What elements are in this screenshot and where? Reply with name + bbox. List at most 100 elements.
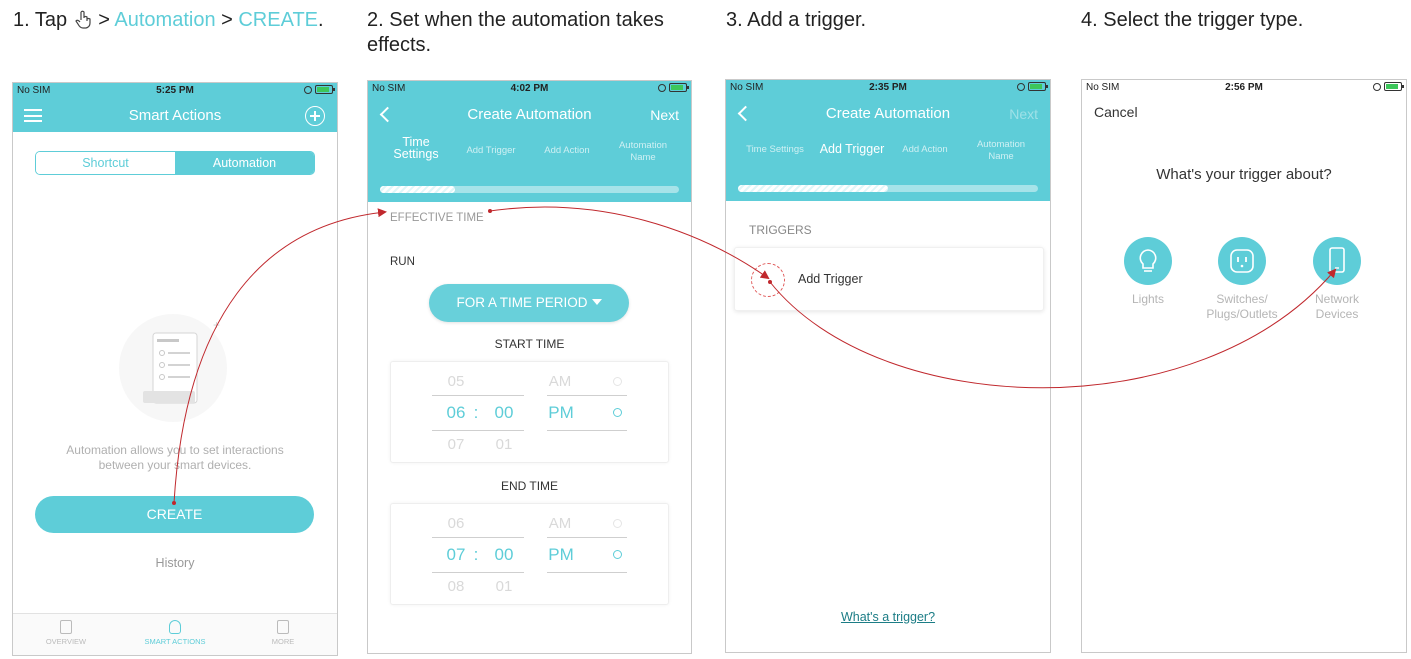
start-time-picker[interactable]: 05 AM 06 : 00 PM 07 01 [390, 361, 669, 463]
step2-line1: 2. Set when the automation takes [367, 9, 664, 31]
clock: 2:56 PM [1225, 82, 1263, 93]
step-add-action: Add Action [902, 144, 948, 155]
step4-title: 4. Select the trigger type. [1081, 9, 1304, 31]
phone-screen-smart-actions: No SIM 5:25 PM Smart Actions Shortcut Au… [12, 82, 338, 656]
run-label: RUN [390, 256, 415, 268]
status-bar: No SIM 2:35 PM [726, 80, 1050, 97]
wizard-progress-fill [380, 186, 455, 193]
cancel-button[interactable]: Cancel [1094, 104, 1138, 120]
plug-icon[interactable] [1218, 237, 1266, 285]
clock: 4:02 PM [510, 83, 549, 94]
sun-icon [613, 519, 622, 528]
automation-illustration: + [117, 313, 229, 423]
segment-shortcut[interactable]: Shortcut [36, 152, 175, 174]
end-time-picker[interactable]: 06 AM 07 : 00 PM 08 01 [390, 503, 669, 605]
add-trigger-row[interactable]: Add Trigger [734, 247, 1044, 311]
clock: 5:25 PM [156, 85, 194, 96]
tab-smart-actions[interactable]: SMART ACTIONS [135, 620, 215, 646]
overview-icon [60, 620, 72, 634]
sun-icon [613, 550, 622, 559]
option-lights: Lights [1131, 292, 1165, 306]
clock: 2:35 PM [869, 82, 907, 93]
trigger-question: What's your trigger about? [1156, 166, 1332, 183]
step1-sep1: > [92, 9, 115, 31]
step-time-settings: Time Settings [393, 135, 439, 161]
wizard-progress [380, 186, 679, 193]
start-ampm[interactable]: PM [545, 403, 577, 423]
phone-screen-time-settings: No SIM 4:02 PM Create Automation Next Ti… [367, 80, 692, 654]
wizard-progress-fill [738, 185, 888, 192]
step-automation-name: Automation Name [618, 140, 668, 163]
app-header: Create Automation Next Time Settings Add… [726, 97, 1050, 201]
start-minute[interactable]: 00 [489, 403, 519, 423]
step2-title: 2. Set when the automation takes effects… [367, 8, 664, 58]
time-period-dropdown[interactable]: FOR A TIME PERIOD [429, 284, 629, 322]
battery-icon [315, 85, 335, 94]
tab-overview[interactable]: OVERVIEW [26, 620, 106, 646]
page-title: Smart Actions [128, 107, 222, 124]
step3-title: 3. Add a trigger. [726, 9, 867, 31]
caret-down-icon [591, 299, 602, 305]
step1-create: CREATE [238, 9, 318, 31]
tab-more[interactable]: MORE [243, 620, 323, 646]
battery-icon [669, 83, 689, 92]
rotation-lock-icon [304, 85, 312, 94]
next-button[interactable]: Next [650, 107, 679, 123]
app-header: Create Automation Next Time Settings Add … [368, 98, 691, 202]
end-minute[interactable]: 00 [489, 545, 519, 565]
start-time-label: START TIME [494, 337, 565, 351]
automation-description: Automation allows you to set interaction… [66, 443, 284, 472]
step-time-settings: Time Settings [746, 144, 804, 155]
option-switches-plugs: Switches/Plugs/Outlets [1206, 292, 1278, 321]
battery-icon [1384, 82, 1404, 91]
segmented-control: Shortcut Automation [35, 151, 315, 175]
device-icon[interactable] [1313, 237, 1361, 285]
step1-automation: Automation [114, 9, 216, 31]
option-network-devices: Network Devices [1314, 292, 1359, 321]
create-button[interactable]: CREATE [35, 496, 314, 533]
status-bar: No SIM 2:56 PM [1082, 80, 1406, 97]
history-link[interactable]: History [13, 556, 337, 570]
step1-prefix: 1. Tap [13, 9, 73, 31]
whats-a-trigger-link[interactable]: What's a trigger? [726, 610, 1050, 624]
grid-icon [277, 620, 289, 634]
add-icon[interactable] [305, 106, 325, 126]
rotation-lock-icon [658, 83, 666, 92]
svg-text:+: + [213, 318, 220, 332]
rotation-lock-icon [1373, 82, 1381, 91]
end-time-label: END TIME [500, 479, 559, 493]
step-add-action: Add Action [544, 145, 590, 156]
add-trigger-label: Add Trigger [798, 272, 863, 286]
bottom-tab-bar: OVERVIEW SMART ACTIONS MORE [13, 613, 337, 655]
step2-line2: effects. [367, 34, 432, 56]
step1-sep2: > [215, 9, 239, 31]
page-title: Create Automation [467, 106, 592, 123]
step-add-trigger: Add Trigger [466, 145, 516, 156]
battery-icon [1028, 82, 1048, 91]
end-hour[interactable]: 07 [441, 545, 471, 565]
start-hour[interactable]: 06 [441, 403, 471, 423]
next-button[interactable]: Next [1009, 106, 1038, 122]
phone-screen-trigger-type: No SIM 2:56 PM Cancel What's your trigge… [1081, 79, 1407, 653]
rotation-lock-icon [1017, 82, 1025, 91]
sun-icon [613, 408, 622, 417]
app-header: Smart Actions [13, 100, 337, 132]
page-title: Create Automation [825, 105, 951, 122]
end-ampm[interactable]: PM [545, 545, 577, 565]
sun-icon [613, 377, 622, 386]
step1-suffix: . [318, 9, 324, 31]
bulb-icon[interactable] [1124, 237, 1172, 285]
status-bar: No SIM 4:02 PM [368, 81, 691, 98]
triggers-section-label: TRIGGERS [749, 223, 812, 237]
step-automation-name: Automation Name [976, 139, 1026, 162]
segment-automation[interactable]: Automation [175, 152, 314, 174]
phone-screen-add-trigger: No SIM 2:35 PM Create Automation Next Ti… [725, 79, 1051, 653]
wizard-progress [738, 185, 1038, 192]
add-circle-icon [751, 263, 785, 297]
hand-icon [169, 620, 181, 634]
status-bar: No SIM 5:25 PM [13, 83, 337, 100]
step-add-trigger: Add Trigger [819, 142, 885, 156]
step1-title: 1. Tap > Automation > CREATE. [13, 8, 324, 33]
tap-hand-icon [74, 10, 91, 29]
effective-time-label: EFFECTIVE TIME [390, 212, 484, 224]
